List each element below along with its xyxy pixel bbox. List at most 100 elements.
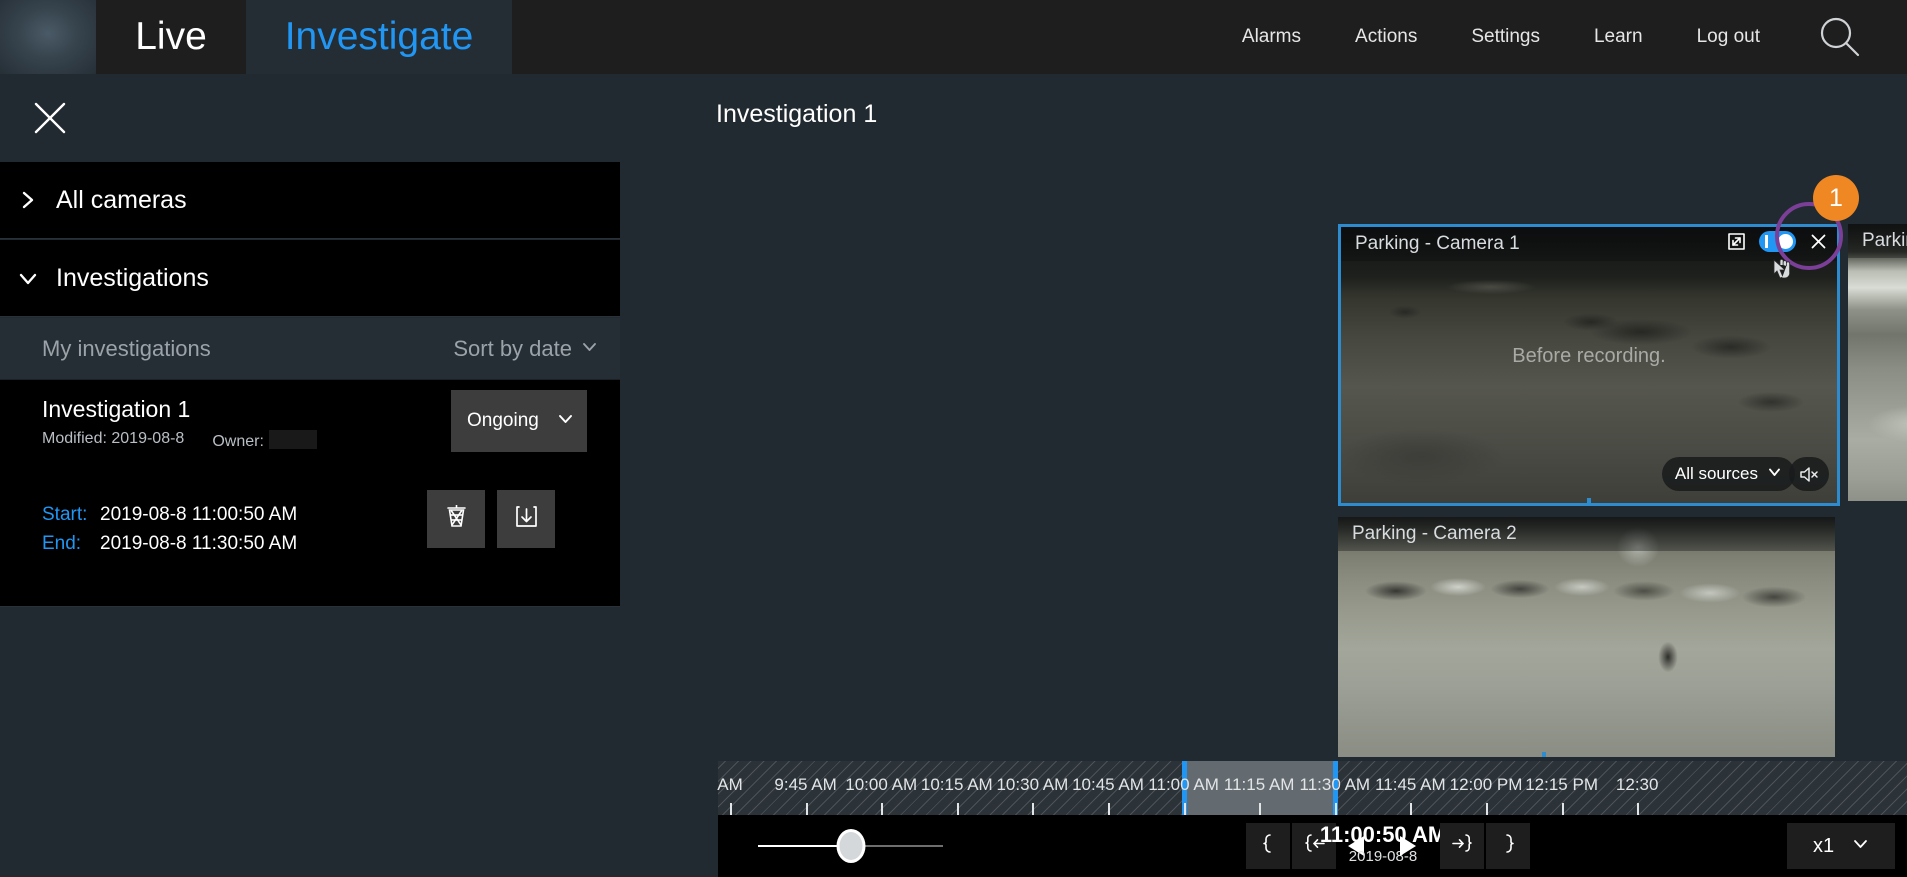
investigation-meta: Modified: 2019-08-8 Owner:: [42, 430, 317, 451]
timeline-tick-mark: [1259, 803, 1262, 815]
investigation-status-select[interactable]: Ongoing: [451, 390, 587, 452]
camera-tile-progress[interactable]: [1848, 496, 1907, 501]
nav-actions[interactable]: Actions: [1328, 0, 1444, 74]
set-end-marker-button[interactable]: [1486, 823, 1530, 869]
playback-speed-button[interactable]: x1: [1787, 823, 1895, 869]
investigation-name: Investigation 1: [42, 396, 191, 422]
play-forward-icon: [1394, 836, 1420, 863]
investigation-start-label: Start:: [42, 504, 88, 525]
camera-name-label: Parking - Camera 2: [1352, 523, 1517, 544]
investigation-end-row: End: 2019-08-8 11:30:50 AM: [42, 529, 297, 558]
expand-icon[interactable]: [1726, 231, 1747, 252]
owner-redacted-value: [268, 430, 317, 449]
bracket-end-icon: [1497, 832, 1520, 860]
timeline-zoom-slider[interactable]: [758, 832, 943, 860]
camera-tile-parking-camera-3[interactable]: Parking - Camera 3: [1848, 224, 1907, 501]
camera-tile-header: Parking - Camera 3: [1848, 224, 1907, 258]
camera-name-label: Parking - Camera 3: [1862, 230, 1907, 251]
playback-bar: 11:00:50 AM 2019-08-8 x1: [718, 815, 1907, 877]
sidebar-item-investigations-label: Investigations: [56, 263, 209, 292]
camera-source-bar: All sources: [1661, 457, 1829, 491]
chevron-down-icon: [581, 338, 598, 360]
export-investigation-button[interactable]: [497, 490, 555, 548]
all-sources-dropdown[interactable]: All sources: [1661, 457, 1795, 491]
sidebar-item-all-cameras[interactable]: All cameras: [0, 162, 620, 239]
camera-tile-progress[interactable]: [1338, 752, 1835, 757]
timeline-tick-label: 9:45 AM: [774, 775, 837, 794]
bracket-start-icon: [1257, 832, 1280, 860]
investigation-modified: Modified: 2019-08-8: [42, 430, 185, 447]
timeline-tick-mark: [881, 803, 884, 815]
nav-settings[interactable]: Settings: [1444, 0, 1567, 74]
camera-tile-parking-camera-1[interactable]: Parking - Camera 1 Before recording. All…: [1338, 224, 1840, 506]
timeline-tick-mark: [1486, 803, 1488, 815]
camera-tile-parking-camera-2[interactable]: Parking - Camera 2: [1338, 517, 1835, 757]
all-sources-label: All sources: [1674, 464, 1758, 483]
playback-end-markers: [1440, 823, 1530, 869]
nav-alarms-label: Alarms: [1241, 26, 1302, 47]
timeline-tick-mark: [1108, 803, 1110, 815]
nav-learn[interactable]: Learn: [1567, 0, 1670, 74]
close-icon[interactable]: [26, 94, 74, 142]
playback-speed-value: x1: [1812, 834, 1835, 857]
nav-log-out[interactable]: Log out: [1670, 0, 1787, 74]
camera-tile-progress[interactable]: [1341, 498, 1837, 503]
top-navigation-bar: Live Investigate Alarms Actions Settings…: [0, 0, 1907, 74]
camera-tile-header: Parking - Camera 2: [1338, 517, 1835, 551]
nav-alarms[interactable]: Alarms: [1215, 0, 1328, 74]
timeline-tick-mark: [1561, 803, 1564, 815]
main-content: Investigation 1 New investigation Save P…: [620, 74, 1907, 877]
search-icon[interactable]: [1811, 8, 1869, 66]
timeline-tick-mark: [956, 803, 959, 815]
delete-investigation-button[interactable]: [427, 490, 485, 548]
investigation-end-value: 2019-08-8 11:30:50 AM: [100, 533, 298, 554]
camera-tile-progress-marker: [1541, 752, 1546, 757]
camera-overlay-message: Before recording.: [1512, 345, 1666, 367]
timeline-tick-label: AM: [717, 775, 743, 794]
timeline-tick-label: 10:00 AM: [845, 775, 918, 794]
timeline-tick-label: 12:30: [1615, 775, 1659, 794]
close-icon[interactable]: [1808, 231, 1829, 252]
investigation-owner: Owner:: [212, 430, 317, 451]
investigation-status-value: Ongoing: [467, 410, 539, 431]
timeline-tick-label: 10:45 AM: [1072, 775, 1144, 794]
chevron-down-icon: [0, 268, 56, 288]
timeline-tick-label: 12:00 PM: [1449, 775, 1523, 794]
export-download-icon: [511, 501, 542, 537]
zoom-slider-handle[interactable]: [839, 832, 862, 860]
investigation-start-value: 2019-08-8 11:00:50 AM: [100, 504, 298, 525]
nav-learn-label: Learn: [1593, 26, 1643, 47]
chevron-down-icon: [1852, 835, 1869, 857]
speaker-muted-icon[interactable]: [1789, 457, 1829, 491]
app-logo[interactable]: [0, 0, 96, 74]
left-sidebar: All cameras Investigations My investigat…: [0, 74, 620, 877]
app-root: Live Investigate Alarms Actions Settings…: [0, 0, 1907, 877]
bracket-end-arrow-icon: [1451, 832, 1474, 860]
timeline-tick-mark: [1032, 803, 1035, 815]
camera-video-detail: [1338, 517, 1835, 757]
tab-investigate[interactable]: Investigate: [246, 0, 512, 74]
timeline-tick-label: 11:45 AM: [1375, 775, 1446, 794]
sort-by-date-button[interactable]: Sort by date: [453, 336, 598, 362]
investigation-card[interactable]: Investigation 1 Modified: 2019-08-8 Owne…: [0, 380, 620, 607]
my-investigations-title: My investigations: [42, 335, 211, 361]
toggle-on-icon[interactable]: [1759, 231, 1796, 252]
page-title: Investigation 1: [716, 100, 878, 128]
timeline-tick-mark: [805, 803, 808, 815]
sidebar-item-investigations[interactable]: Investigations: [0, 240, 620, 317]
play-forward-button[interactable]: [1394, 833, 1420, 864]
trash-icon: [441, 501, 472, 537]
investigation-owner-label: Owner:: [212, 433, 264, 450]
my-investigations-header: My investigations Sort by date: [0, 318, 620, 380]
camera-video-detail: [1848, 224, 1907, 501]
goto-end-marker-button[interactable]: [1440, 823, 1484, 869]
timeline[interactable]: AM 9:45 AM 10:00 AM 10:15 AM 10:30 AM 10:45 A…: [717, 761, 1907, 815]
sort-by-date-label: Sort by date: [453, 335, 572, 361]
timeline-tick-label: 11:00 AM: [1148, 775, 1219, 794]
camera-tile-progress-marker: [1587, 498, 1592, 503]
tab-live[interactable]: Live: [96, 0, 246, 74]
timeline-tick-mark: [1334, 803, 1337, 815]
investigation-end-label: End:: [42, 533, 82, 554]
nav-settings-label: Settings: [1471, 26, 1540, 47]
chevron-down-icon: [557, 410, 574, 433]
